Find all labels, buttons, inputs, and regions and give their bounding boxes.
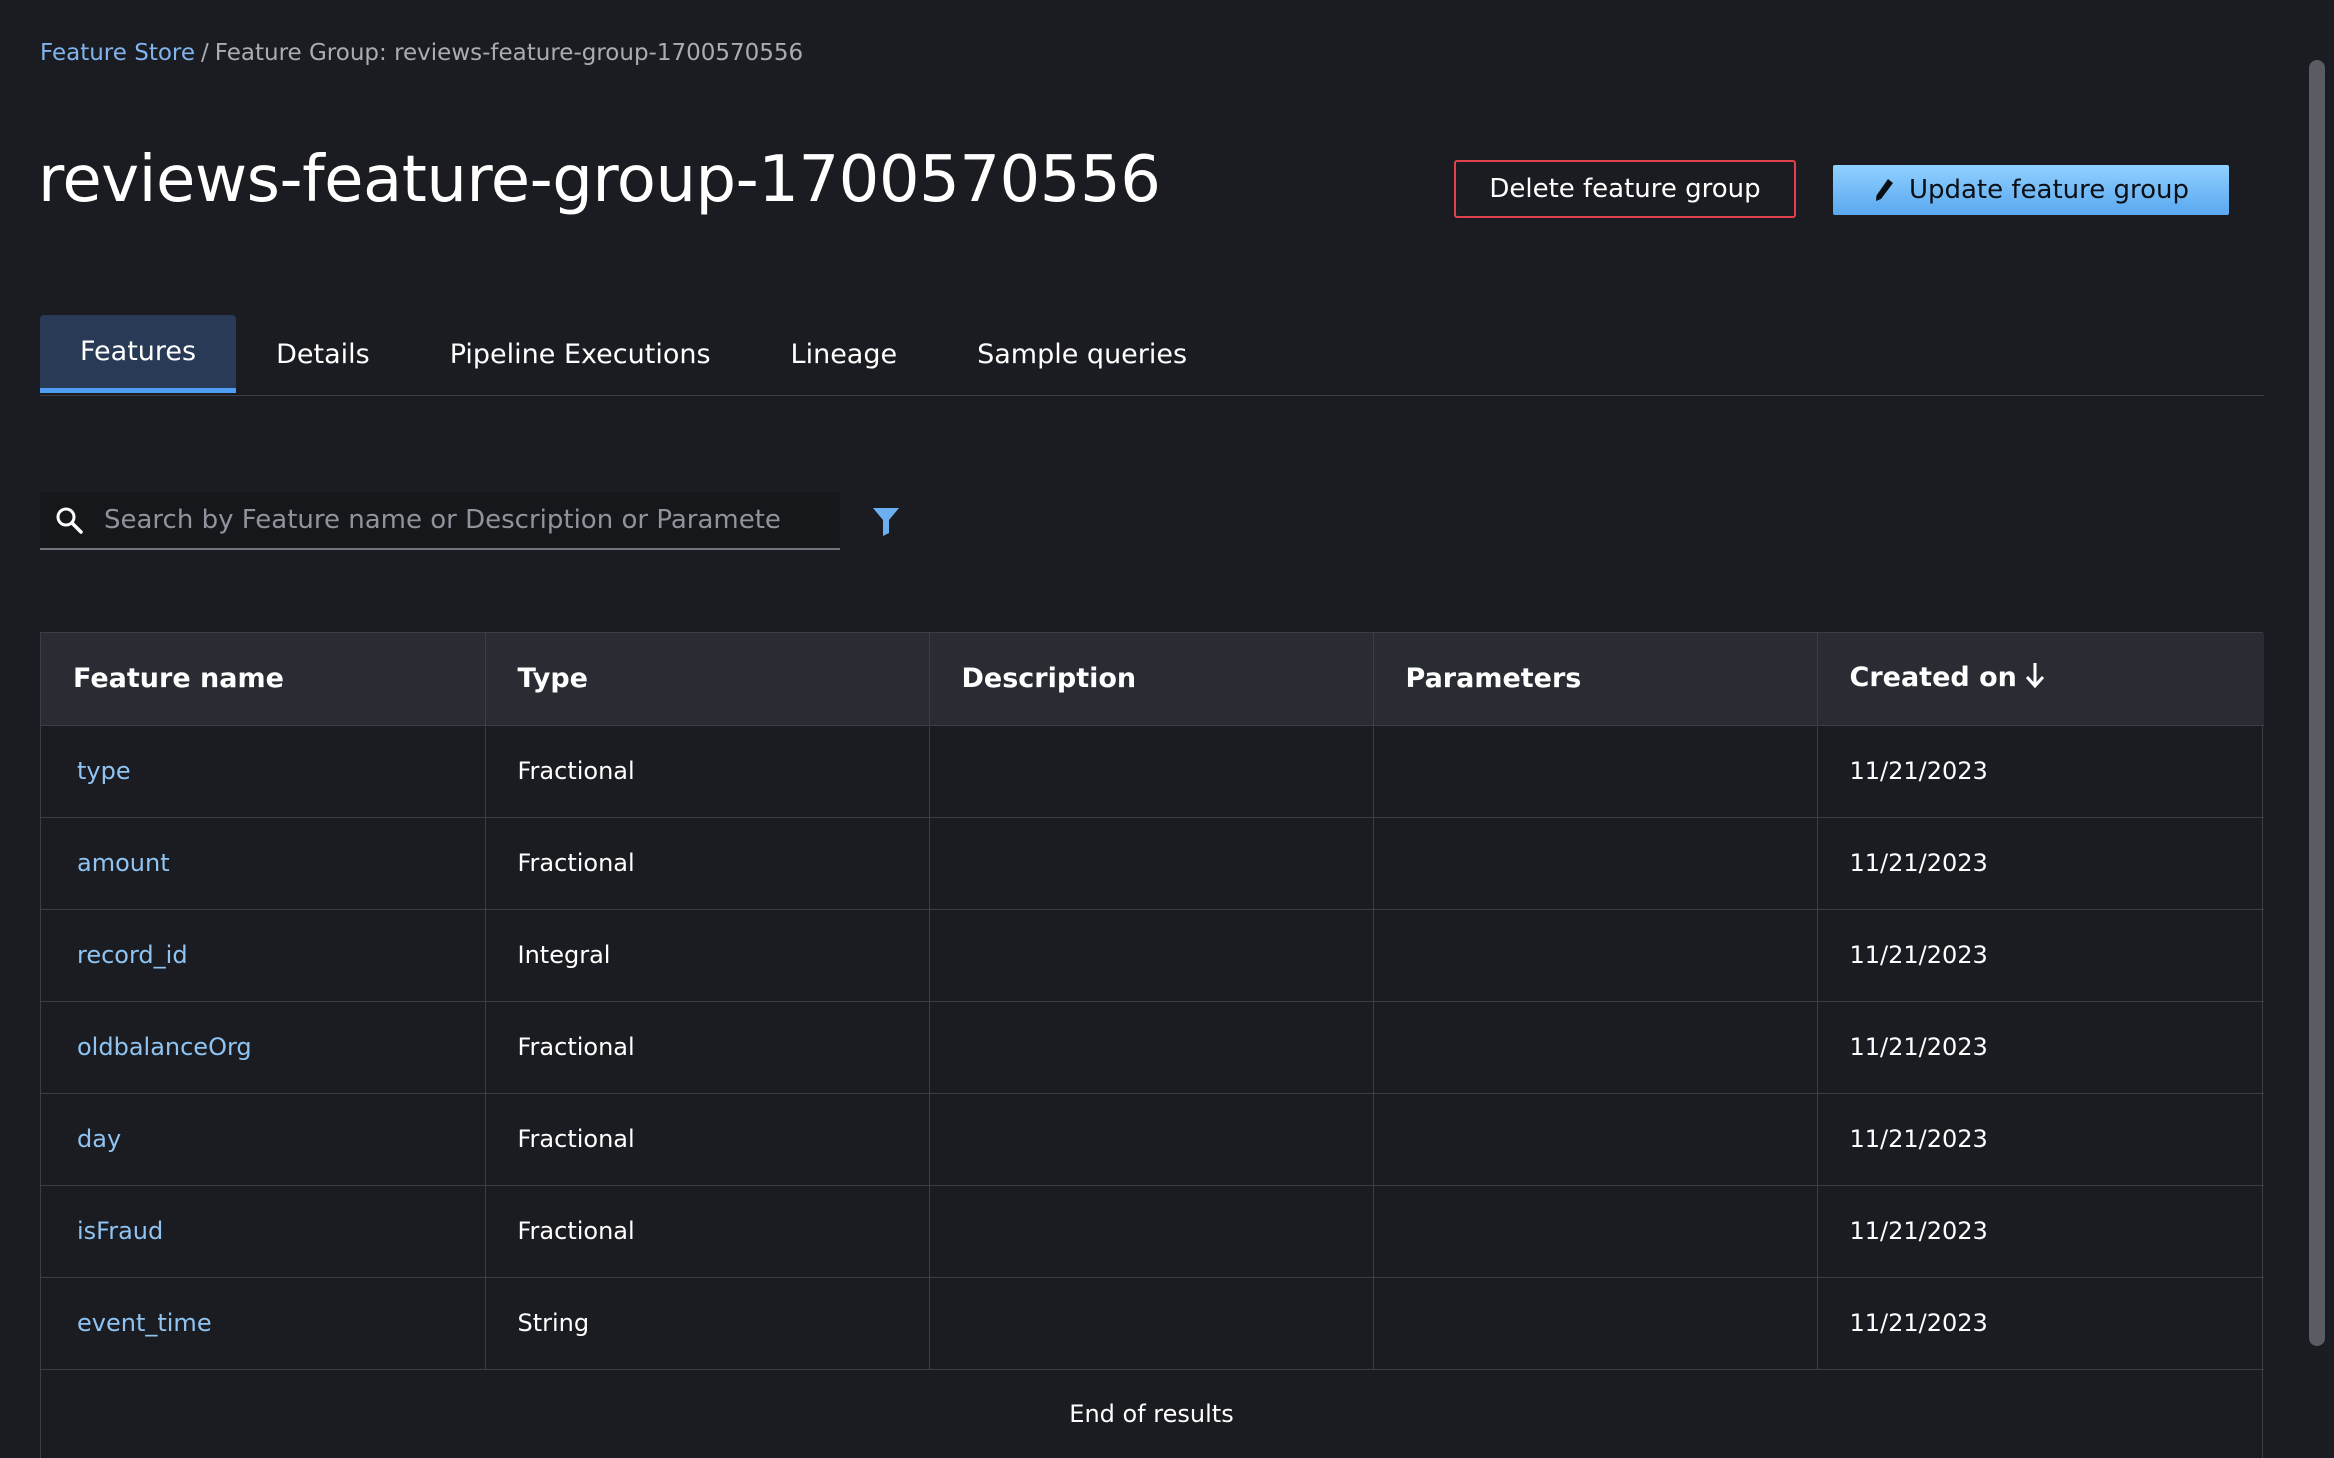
description-cell [928, 908, 1374, 1002]
feature-name-cell: record_id [41, 908, 486, 1002]
type-cell: Fractional [484, 724, 930, 818]
table-row: oldbalanceOrg Fractional 11/21/2023 [41, 1000, 2264, 1094]
type-cell: Fractional [484, 1092, 930, 1186]
feature-name-link[interactable]: oldbalanceOrg [77, 1033, 252, 1061]
type-cell: Fractional [484, 816, 930, 910]
column-header-parameters[interactable]: Parameters [1372, 633, 1818, 726]
tab-features[interactable]: Features [40, 315, 237, 393]
tab-details[interactable]: Details [236, 315, 410, 393]
table-row: amount Fractional 11/21/2023 [41, 816, 2264, 910]
page-title: reviews-feature-group-1700570556 [38, 143, 1161, 217]
parameters-cell [1372, 1276, 1818, 1370]
feature-name-cell: isFraud [41, 1184, 486, 1278]
parameters-cell [1372, 908, 1818, 1002]
table-row: day Fractional 11/21/2023 [41, 1092, 2264, 1186]
tab-pipeline-executions-label: Pipeline Executions [449, 338, 711, 370]
table-row: type Fractional 11/21/2023 [41, 724, 2264, 818]
feature-name-cell: event_time [41, 1276, 486, 1370]
description-cell [928, 816, 1374, 910]
parameters-cell [1372, 1184, 1818, 1278]
column-header-type[interactable]: Type [484, 633, 930, 726]
table-row: record_id Integral 11/21/2023 [41, 908, 2264, 1002]
feature-name-cell: day [41, 1092, 486, 1186]
column-header-created-on[interactable]: Created on [1816, 633, 2264, 726]
type-cell: Integral [484, 908, 930, 1002]
breadcrumb-separator: / [201, 40, 209, 66]
feature-name-link[interactable]: record_id [77, 941, 188, 969]
tab-bar: Features Details Pipeline Executions Lin… [40, 315, 2264, 396]
description-cell [928, 1092, 1374, 1186]
tab-details-label: Details [276, 338, 370, 370]
search-box [40, 492, 840, 550]
tab-pipeline-executions[interactable]: Pipeline Executions [410, 315, 751, 393]
created-on-cell: 11/21/2023 [1816, 1092, 2264, 1186]
column-header-feature-name[interactable]: Feature name [41, 633, 486, 726]
feature-name-cell: amount [41, 816, 486, 910]
breadcrumb-current: Feature Group: reviews-feature-group-170… [214, 40, 804, 66]
delete-feature-group-button[interactable]: Delete feature group [1454, 160, 1796, 218]
type-cell: Fractional [484, 1000, 930, 1094]
type-cell: String [484, 1276, 930, 1370]
breadcrumb-feature-store-link[interactable]: Feature Store [40, 40, 195, 66]
description-cell [928, 1000, 1374, 1094]
update-feature-group-label: Update feature group [1908, 175, 2190, 205]
delete-feature-group-label: Delete feature group [1489, 174, 1761, 204]
feature-name-link[interactable]: isFraud [77, 1217, 163, 1245]
created-on-cell: 11/21/2023 [1816, 724, 2264, 818]
end-of-results: End of results [1069, 1399, 1234, 1428]
sort-descending-icon [2025, 661, 2045, 696]
parameters-cell [1372, 1092, 1818, 1186]
feature-name-cell: oldbalanceOrg [41, 1000, 486, 1094]
parameters-cell [1372, 816, 1818, 910]
parameters-cell [1372, 1000, 1818, 1094]
created-on-cell: 11/21/2023 [1816, 816, 2264, 910]
type-cell: Fractional [484, 1184, 930, 1278]
feature-name-cell: type [41, 724, 486, 818]
features-table: Feature name Type Description Parameters… [40, 632, 2264, 1458]
update-feature-group-button[interactable]: Update feature group [1833, 165, 2229, 215]
search-icon [54, 505, 84, 535]
tab-lineage[interactable]: Lineage [751, 315, 938, 393]
created-on-cell: 11/21/2023 [1816, 1184, 2264, 1278]
description-cell [928, 1276, 1374, 1370]
pencil-icon [1873, 177, 1895, 203]
description-cell [928, 724, 1374, 818]
feature-name-link[interactable]: day [77, 1125, 121, 1153]
feature-name-link[interactable]: type [77, 757, 131, 785]
tab-lineage-label: Lineage [790, 338, 898, 370]
filter-icon[interactable] [871, 505, 901, 537]
tab-sample-queries[interactable]: Sample queries [937, 315, 1227, 393]
created-on-cell: 11/21/2023 [1816, 1000, 2264, 1094]
description-cell [928, 1184, 1374, 1278]
tab-sample-queries-label: Sample queries [977, 338, 1188, 370]
table-header-row: Feature name Type Description Parameters… [41, 633, 2264, 726]
search-input[interactable] [104, 505, 840, 535]
vertical-scrollbar[interactable] [2309, 60, 2325, 1346]
tab-features-label: Features [80, 336, 197, 367]
breadcrumb: Feature Store / Feature Group: reviews-fea… [40, 40, 803, 66]
column-header-description[interactable]: Description [928, 633, 1374, 726]
feature-name-link[interactable]: event_time [77, 1309, 212, 1337]
table-row: event_time String 11/21/2023 [41, 1276, 2264, 1370]
created-on-cell: 11/21/2023 [1816, 1276, 2264, 1370]
parameters-cell [1372, 724, 1818, 818]
created-on-cell: 11/21/2023 [1816, 908, 2264, 1002]
table-row: isFraud Fractional 11/21/2023 [41, 1184, 2264, 1278]
feature-name-link[interactable]: amount [77, 849, 170, 877]
column-header-created-on-label: Created on [1849, 662, 2017, 694]
